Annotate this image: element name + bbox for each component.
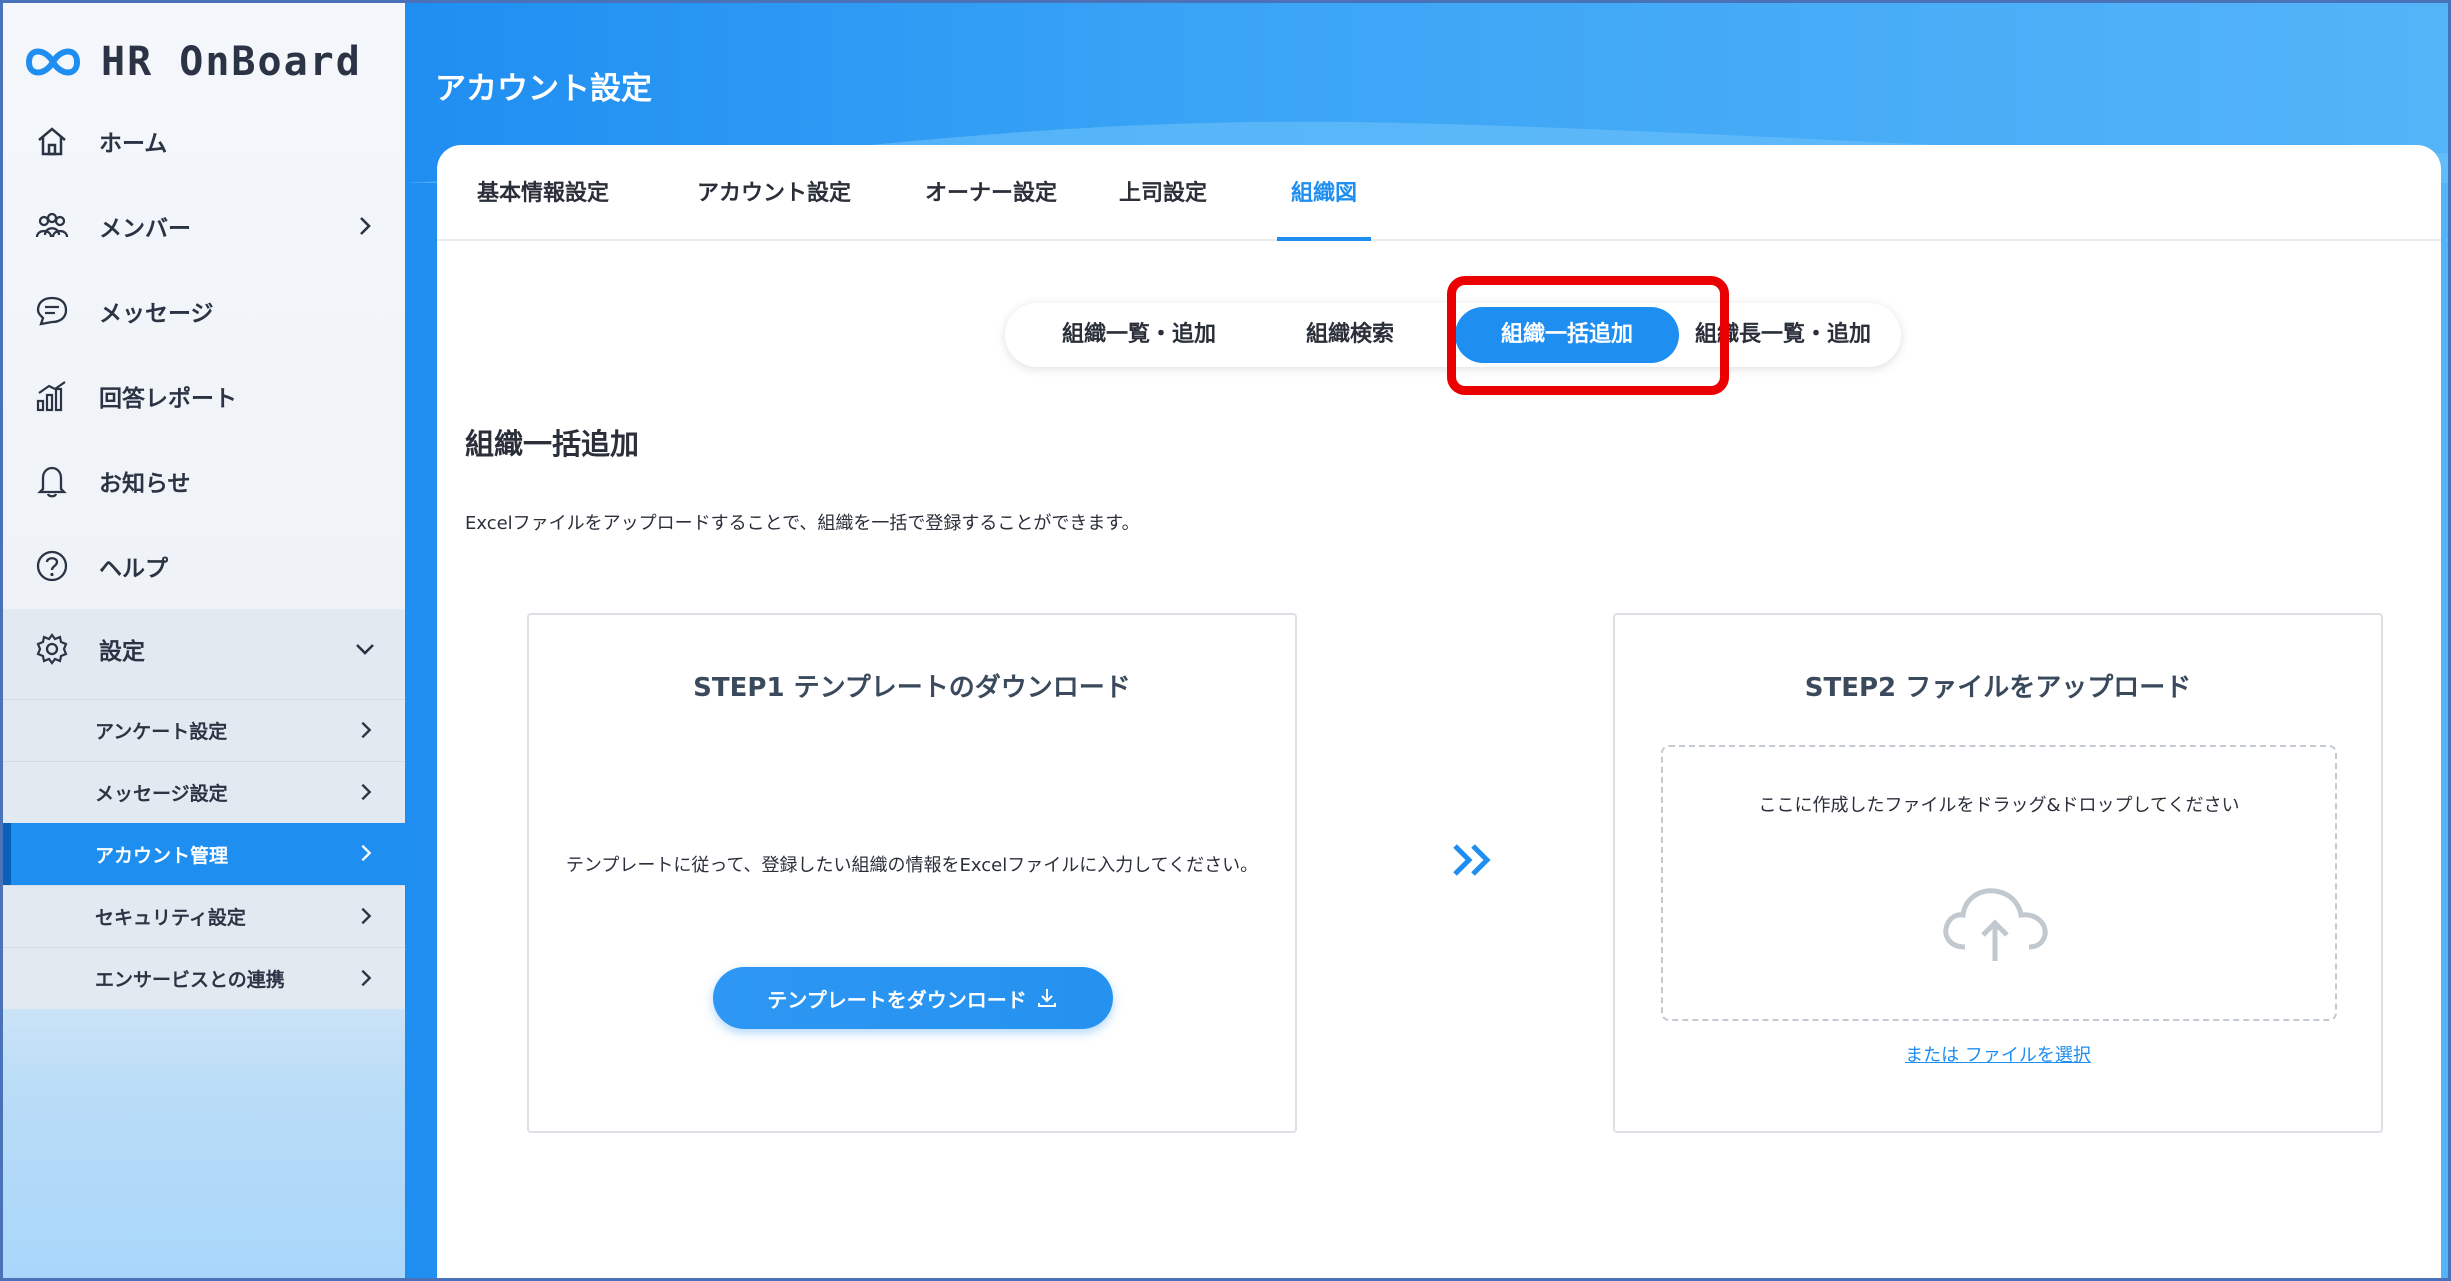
dropzone-text: ここに作成したファイルをドラッグ&ドロップしてください [1758,795,2240,816]
segment-org-search[interactable]: 組織検索 [1257,303,1443,367]
sidebar-item-label: ホーム [99,131,168,157]
sidebar-sub-label: メッセージ設定 [95,783,228,805]
sidebar-item-members[interactable]: メンバー [3,186,405,266]
help-icon [33,547,71,585]
section-title: 組織一括追加 [465,427,640,461]
chevron-down-icon [356,644,374,655]
step1-panel: STEP1 テンプレートのダウンロード テンプレートに従って、登録したい組織の情… [527,613,1297,1133]
chevron-right-icon [360,217,371,235]
download-template-button[interactable]: テンプレートをダウンロード [713,967,1113,1029]
sidebar-item-label: お知らせ [99,471,191,497]
download-icon [1037,989,1056,1007]
sidebar-item-messages[interactable]: メッセージ [3,271,405,351]
sidebar-sub-label: アンケート設定 [95,721,228,743]
sidebar-sub-label: アカウント管理 [95,844,229,867]
logo-icon [25,48,81,76]
sidebar-item-label: メッセージ [99,301,214,327]
brand-name: HR OnBoard [101,39,362,85]
sidebar-item-help[interactable]: ヘルプ [3,526,405,606]
chevron-right-icon [361,721,372,739]
sidebar-sub-survey-settings[interactable]: アンケート設定 [3,699,405,761]
tab-bar: 基本情報設定 アカウント設定 オーナー設定 上司設定 組織図 [437,145,2441,241]
chevron-right-icon [361,783,372,801]
content-card: 基本情報設定 アカウント設定 オーナー設定 上司設定 組織図 組織一覧・追加 組… [437,145,2441,1278]
message-icon [33,292,71,330]
download-button-label: テンプレートをダウンロード [767,987,1027,1012]
sidebar-item-settings[interactable]: 設定 [3,609,405,689]
sidebar-sub-label: セキュリティ設定 [95,907,246,929]
step2-title: STEP2 ファイルをアップロード [1804,673,2192,703]
tab-basic-info[interactable]: 基本情報設定 [463,175,623,241]
brand[interactable]: HR OnBoard [25,27,362,97]
segment-org-list[interactable]: 組織一覧・追加 [1027,303,1251,367]
chevron-right-icon [361,907,372,925]
tab-org-chart[interactable]: 組織図 [1277,175,1372,241]
sidebar-item-label: 回答レポート [99,386,237,412]
sidebar-item-label: ヘルプ [99,556,168,582]
step2-panel: STEP2 ファイルをアップロード ここに作成したファイルをドラッグ&ドロップし… [1613,613,2383,1133]
sidebar-sub-security-settings[interactable]: セキュリティ設定 [3,885,405,947]
highlight-box [1447,276,1729,395]
section-description: Excelファイルをアップロードすることで、組織を一括で登録することができます。 [465,513,1140,534]
gear-icon [33,630,71,668]
double-chevron-right-icon [1453,844,1491,876]
sidebar-sub-message-settings[interactable]: メッセージ設定 [3,761,405,823]
sidebar-item-reports[interactable]: 回答レポート [3,356,405,436]
home-icon [33,122,71,160]
sidebar-item-notices[interactable]: お知らせ [3,441,405,521]
tab-owner-settings[interactable]: オーナー設定 [911,175,1071,241]
sidebar-sub-account-management[interactable]: アカウント管理 [3,823,405,885]
sidebar-sub-en-service-link[interactable]: エンサービスとの連携 [3,947,405,1009]
select-file-link[interactable]: または ファイルを選択 [1615,1041,2381,1067]
cloud-upload-icon [1943,888,2048,961]
sidebar-sub-label: エンサービスとの連携 [95,969,285,991]
file-dropzone[interactable]: ここに作成したファイルをドラッグ&ドロップしてください [1661,745,2337,1021]
step1-description: テンプレートに従って、登録したい組織の情報をExcelファイルに入力してください… [565,855,1259,876]
sidebar-item-home[interactable]: ホーム [3,101,405,181]
step1-title: STEP1 テンプレートのダウンロード [693,673,1131,703]
sidebar-item-label: メンバー [99,216,191,242]
page-title: アカウント設定 [435,71,652,107]
tab-manager-settings[interactable]: 上司設定 [1105,175,1221,241]
settings-group: 設定 アンケート設定 メッセージ設定 アカウント管理 セキュリティ設定 エンサー… [3,609,405,1009]
sidebar-item-label: 設定 [99,639,145,665]
report-icon [33,377,71,415]
tab-account-settings[interactable]: アカウント設定 [683,175,865,241]
bell-icon [33,462,71,500]
main-area: アカウント設定 基本情報設定 アカウント設定 オーナー設定 上司設定 組織図 組… [405,3,2448,1278]
chevron-right-icon [361,844,372,862]
chevron-right-icon [361,969,372,987]
members-icon [33,207,71,245]
sidebar: HR OnBoard ホーム メンバー メッセージ 回答レポート お知らせ ヘル… [3,3,405,1278]
